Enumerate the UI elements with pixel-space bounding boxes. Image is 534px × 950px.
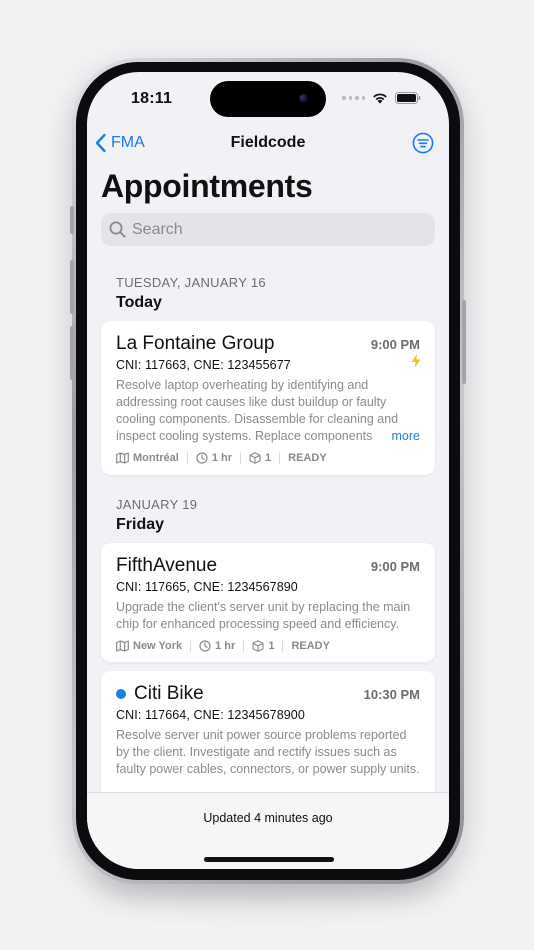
lightning-bolt-icon bbox=[411, 354, 421, 368]
map-icon bbox=[116, 452, 129, 464]
section-date: TUESDAY, JANUARY 16 bbox=[116, 275, 266, 290]
appointment-name-row: Citi Bike bbox=[116, 683, 204, 705]
nav-title: Fieldcode bbox=[230, 134, 306, 151]
parts-meta: 1 bbox=[240, 452, 279, 464]
appointment-ids: CNI: 117664, CNE: 12345678900 bbox=[116, 708, 305, 722]
box-icon bbox=[252, 640, 264, 652]
appointment-description: Resolve server unit power source problem… bbox=[116, 728, 420, 776]
filter-icon[interactable] bbox=[412, 132, 434, 154]
mute-switch bbox=[70, 206, 74, 234]
box-icon bbox=[249, 452, 261, 464]
battery-icon bbox=[395, 92, 421, 104]
appointment-ids: CNI: 117663, CNE: 123455677 bbox=[116, 358, 291, 372]
section-day: Friday bbox=[116, 516, 165, 533]
appointment-card[interactable]: FifthAvenue 9:00 PM CNI: 117665, CNE: 12… bbox=[101, 543, 435, 662]
home-indicator[interactable] bbox=[204, 857, 334, 862]
unread-indicator bbox=[116, 689, 126, 699]
duration-meta: 1 hr bbox=[190, 640, 243, 652]
appointment-description: Upgrade the client's server unit by repl… bbox=[116, 600, 411, 631]
appointment-description-text: Resolve laptop overheating by identifyin… bbox=[116, 378, 399, 443]
section-header: JANUARY 19 Friday bbox=[116, 497, 197, 534]
timer-icon bbox=[196, 452, 208, 464]
cellular-signal-icon bbox=[342, 96, 365, 100]
appointment-time: 9:00 PM bbox=[370, 337, 420, 352]
appointment-meta: New York 1 hr 1 READY bbox=[116, 640, 420, 652]
dynamic-island bbox=[210, 81, 326, 117]
location-text: Montréal bbox=[133, 452, 179, 464]
updated-status: Updated 4 minutes ago bbox=[203, 811, 333, 825]
parts-meta: 1 bbox=[243, 640, 282, 652]
appointment-ids: CNI: 117665, CNE: 1234567890 bbox=[116, 580, 298, 594]
search-input[interactable]: Search bbox=[101, 213, 435, 246]
camera-icon bbox=[299, 94, 308, 103]
more-link[interactable]: more bbox=[377, 428, 420, 445]
search-icon bbox=[109, 221, 126, 238]
wifi-icon bbox=[373, 93, 387, 104]
duration-text: 1 hr bbox=[211, 452, 233, 464]
status-badge: READY bbox=[291, 640, 330, 652]
appointment-card[interactable]: Citi Bike 10:30 PM CNI: 117664, CNE: 123… bbox=[101, 671, 435, 811]
status-meta: READY bbox=[279, 452, 335, 464]
section-day: Today bbox=[116, 294, 162, 311]
location-meta: New York bbox=[116, 640, 190, 652]
parts-count: 1 bbox=[265, 452, 272, 464]
parts-count: 1 bbox=[268, 640, 275, 652]
appointment-name: Citi Bike bbox=[134, 683, 204, 704]
search-placeholder: Search bbox=[132, 220, 183, 238]
status-meta: READY bbox=[282, 640, 338, 652]
status-time: 18:11 bbox=[131, 90, 173, 107]
location-text: New York bbox=[133, 640, 183, 652]
appointment-name: FifthAvenue bbox=[116, 555, 218, 576]
appointment-description: Resolve laptop overheating by identifyin… bbox=[116, 377, 420, 445]
bottom-toolbar: Updated 4 minutes ago bbox=[87, 792, 449, 869]
appointment-name: La Fontaine Group bbox=[116, 333, 275, 354]
appointment-meta: Montréal 1 hr 1 READY bbox=[116, 452, 420, 464]
duration-text: 1 hr bbox=[215, 640, 236, 652]
volume-up-button bbox=[70, 260, 74, 314]
appointment-time: 10:30 PM bbox=[363, 687, 420, 702]
section-date: JANUARY 19 bbox=[116, 497, 198, 512]
page-title: Appointments bbox=[101, 168, 313, 204]
status-badge: READY bbox=[288, 452, 327, 464]
map-icon bbox=[116, 640, 129, 652]
app-screen: 18:11 FMA Fieldcode Appointments Search … bbox=[87, 72, 449, 869]
power-button bbox=[462, 300, 466, 384]
volume-down-button bbox=[70, 326, 74, 380]
timer-icon bbox=[199, 640, 211, 652]
status-icons bbox=[342, 92, 421, 104]
location-meta: Montréal bbox=[116, 452, 187, 464]
section-header: TUESDAY, JANUARY 16 Today bbox=[116, 275, 266, 312]
duration-meta: 1 hr bbox=[186, 452, 240, 464]
appointment-time: 9:00 PM bbox=[370, 559, 420, 574]
appointment-card[interactable]: La Fontaine Group 9:00 PM CNI: 117663, C… bbox=[101, 321, 435, 475]
